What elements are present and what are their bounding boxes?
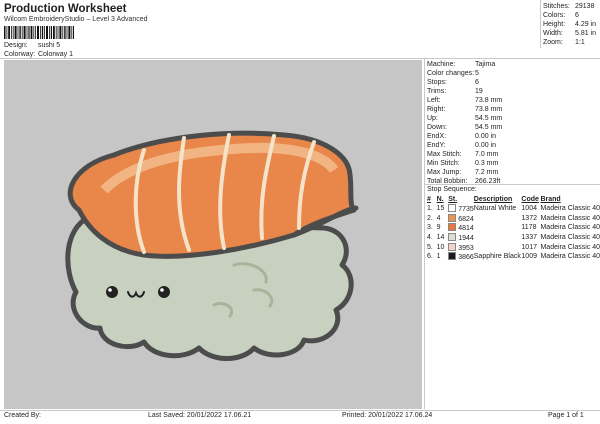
design-row: Design: sushi 5 <box>4 42 60 49</box>
thread-color-swatch <box>448 223 457 232</box>
design-preview <box>4 60 422 409</box>
info-right: Right: 73.8 mm <box>427 106 503 113</box>
stop-sequence-table: # N. St. Description Code Brand 1. 15 77… <box>427 195 600 262</box>
info-stops: Stops: 6 <box>427 79 479 86</box>
colorway-label: Colorway: <box>4 51 36 58</box>
worksheet-title: Production Worksheet <box>4 3 127 15</box>
table-row: 3. 9 4814 1178 Madeira Classic 40 <box>427 223 600 233</box>
info-up: Up: 54.5 mm <box>427 115 503 122</box>
info-min-stitch: Min Stitch: 0.3 mm <box>427 160 499 167</box>
info-endx: EndX: 0.00 in <box>427 133 497 140</box>
stat-width: Width: 5.81 in <box>543 30 597 37</box>
info-machine: Machine: Tajima <box>427 61 496 68</box>
col-description: Description <box>473 196 513 203</box>
thread-color-swatch <box>448 204 457 213</box>
col-stop: N. <box>436 196 444 203</box>
stop-table-header: # N. St. Description Code Brand <box>427 195 600 204</box>
info-down: Down: 54.5 mm <box>427 124 503 131</box>
col-brand: Brand <box>540 196 561 203</box>
col-st: St. <box>448 196 458 203</box>
col-code: Code <box>521 196 539 203</box>
table-row: 4. 14 1944 1337 Madeira Classic 40 <box>427 233 600 243</box>
barcode <box>4 26 74 39</box>
footer-printed: Printed: 20/01/2022 17.06.24 <box>342 412 433 419</box>
table-row: 1. 15 7735 Natural White 1004 Madeira Cl… <box>427 204 600 214</box>
design-value: sushi 5 <box>37 42 61 49</box>
info-endy: EndY: 0.00 in <box>427 142 497 149</box>
table-row: 5. 10 3953 1017 Madeira Classic 40 <box>427 242 600 252</box>
stat-zoom: Zoom: 1:1 <box>543 39 585 46</box>
stop-sequence-label: Stop Sequence: <box>427 186 477 193</box>
col-index: # <box>427 196 431 203</box>
sushi-embroidery-image <box>65 130 359 361</box>
colorway-value: Colorway 1 <box>37 51 73 58</box>
colorway-row: Colorway: Colorway 1 <box>4 51 73 58</box>
stat-height: Height: 4.29 in <box>543 21 597 28</box>
footer-last-saved: Last Saved: 20/01/2022 17.06.21 <box>148 412 252 419</box>
thread-color-swatch <box>448 242 457 251</box>
info-color-changes: Color changes:5 <box>427 70 479 77</box>
design-label: Design: <box>4 42 28 49</box>
thread-color-swatch <box>448 213 457 222</box>
stat-stitches: Stitches: 29138 <box>543 3 595 10</box>
thread-color-swatch <box>448 252 457 261</box>
info-left: Left: 73.8 mm <box>427 97 503 104</box>
stat-colors: Colors: 6 <box>543 12 579 19</box>
footer-page-count: Page 1 of 1 <box>548 412 584 419</box>
table-row: 6. 1 3866 Sapphire Black 1009 Madeira Cl… <box>427 252 600 262</box>
info-max-stitch: Max Stitch: 7.0 mm <box>427 151 499 158</box>
info-trims: Trims: 19 <box>427 88 483 95</box>
footer-created-by: Created By: <box>4 412 41 419</box>
table-row: 2. 4 6824 1372 Madeira Classic 40 <box>427 213 600 223</box>
info-max-jump: Max Jump: 7.2 mm <box>427 169 499 176</box>
thread-color-swatch <box>448 233 457 242</box>
software-subtitle: Wilcom EmbroideryStudio – Level 3 Advanc… <box>4 16 148 23</box>
